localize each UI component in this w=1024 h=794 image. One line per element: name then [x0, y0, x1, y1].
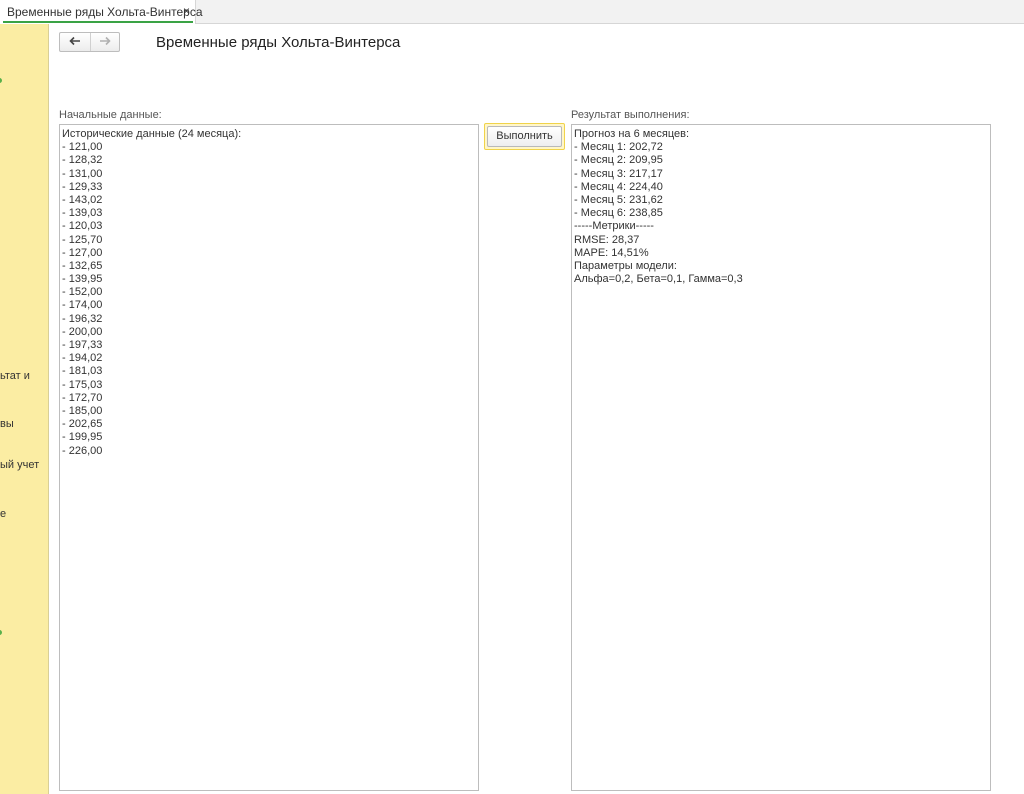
result-line: RMSE: 28,37 — [574, 233, 640, 246]
input-line: - 129,33 — [62, 180, 103, 193]
input-line: - 143,02 — [62, 193, 103, 206]
result-textarea[interactable]: Прогноз на 6 месяцев: - Месяц 1: 202,72- … — [571, 124, 991, 791]
navigation-buttons — [59, 32, 120, 52]
result-line: - Месяц 2: 209,95 — [574, 154, 663, 167]
input-line: - 181,03 — [62, 365, 103, 378]
input-line: - 139,95 — [62, 273, 103, 286]
sidebar-marker — [0, 630, 2, 635]
sidebar-item-4[interactable]: е — [0, 508, 6, 520]
input-line: - 194,02 — [62, 352, 103, 365]
sidebar-item-3[interactable]: ый учет — [0, 459, 39, 471]
input-line: - 120,03 — [62, 220, 103, 233]
tab-title: Временные ряды Хольта-Винтерса — [7, 5, 203, 19]
sidebar-marker — [0, 78, 2, 83]
result-line: -----Метрики----- — [574, 220, 654, 233]
run-button[interactable]: Выполнить — [484, 123, 565, 150]
result-line: - Месяц 3: 217,17 — [574, 167, 663, 180]
tab-bar: Временные ряды Хольта-Винтерса × — [0, 0, 1024, 24]
input-line: - 125,70 — [62, 233, 103, 246]
input-line: - 175,03 — [62, 378, 103, 391]
input-line: - 152,00 — [62, 286, 103, 299]
back-button[interactable] — [60, 33, 91, 51]
input-line: - 139,03 — [62, 207, 103, 220]
result-label: Результат выполнения: — [571, 109, 690, 121]
result-line: Альфа=0,2, Бета=0,1, Гамма=0,3 — [574, 273, 743, 286]
input-line: - 185,00 — [62, 404, 103, 417]
input-line: - 197,33 — [62, 339, 103, 351]
sidebar-item-1[interactable]: ьтат и — [0, 370, 30, 382]
page-title: Временные ряды Хольта-Винтерса — [156, 34, 401, 51]
result-line: - Месяц 6: 238,85 — [574, 207, 663, 220]
input-line: - 226,00 — [62, 444, 103, 457]
result-line: Параметры модели: — [574, 259, 677, 272]
tab-holt-winters[interactable]: Временные ряды Хольта-Винтерса × — [0, 0, 203, 24]
input-line: - 128,32 — [62, 154, 103, 167]
input-line: - 174,00 — [62, 299, 103, 312]
sidebar: ьтат и вы ый учет е — [0, 24, 49, 794]
input-line: - 131,00 — [62, 167, 103, 180]
input-line: - 132,65 — [62, 259, 103, 272]
input-line: - 172,70 — [62, 391, 103, 404]
input-line: - 199,95 — [62, 431, 103, 444]
input-line: - 200,00 — [62, 325, 103, 338]
input-line: - 202,65 — [62, 418, 103, 431]
active-tab-indicator — [3, 21, 193, 23]
forward-button[interactable] — [90, 33, 120, 51]
input-textarea[interactable]: Исторические данные (24 месяца): - 121,00… — [59, 124, 479, 791]
arrow-right-icon — [99, 34, 111, 49]
sidebar-item-2[interactable]: вы — [0, 418, 14, 430]
run-button-label: Выполнить — [487, 126, 562, 147]
arrow-left-icon — [69, 34, 81, 49]
result-line: - Месяц 1: 202,72 — [574, 141, 663, 154]
result-line: - Месяц 4: 224,40 — [574, 180, 663, 193]
input-line: - 121,00 — [62, 141, 103, 154]
result-line: MAPE: 14,51% — [574, 246, 649, 259]
result-line: Прогноз на 6 месяцев: — [574, 128, 690, 140]
input-line: - 127,00 — [62, 246, 103, 259]
input-label: Начальные данные: — [59, 109, 162, 121]
result-line: - Месяц 5: 231,62 — [574, 193, 663, 206]
input-line: - 196,32 — [62, 312, 103, 325]
close-icon[interactable]: × — [183, 4, 190, 18]
input-line: Исторические данные (24 месяца): — [62, 128, 242, 140]
